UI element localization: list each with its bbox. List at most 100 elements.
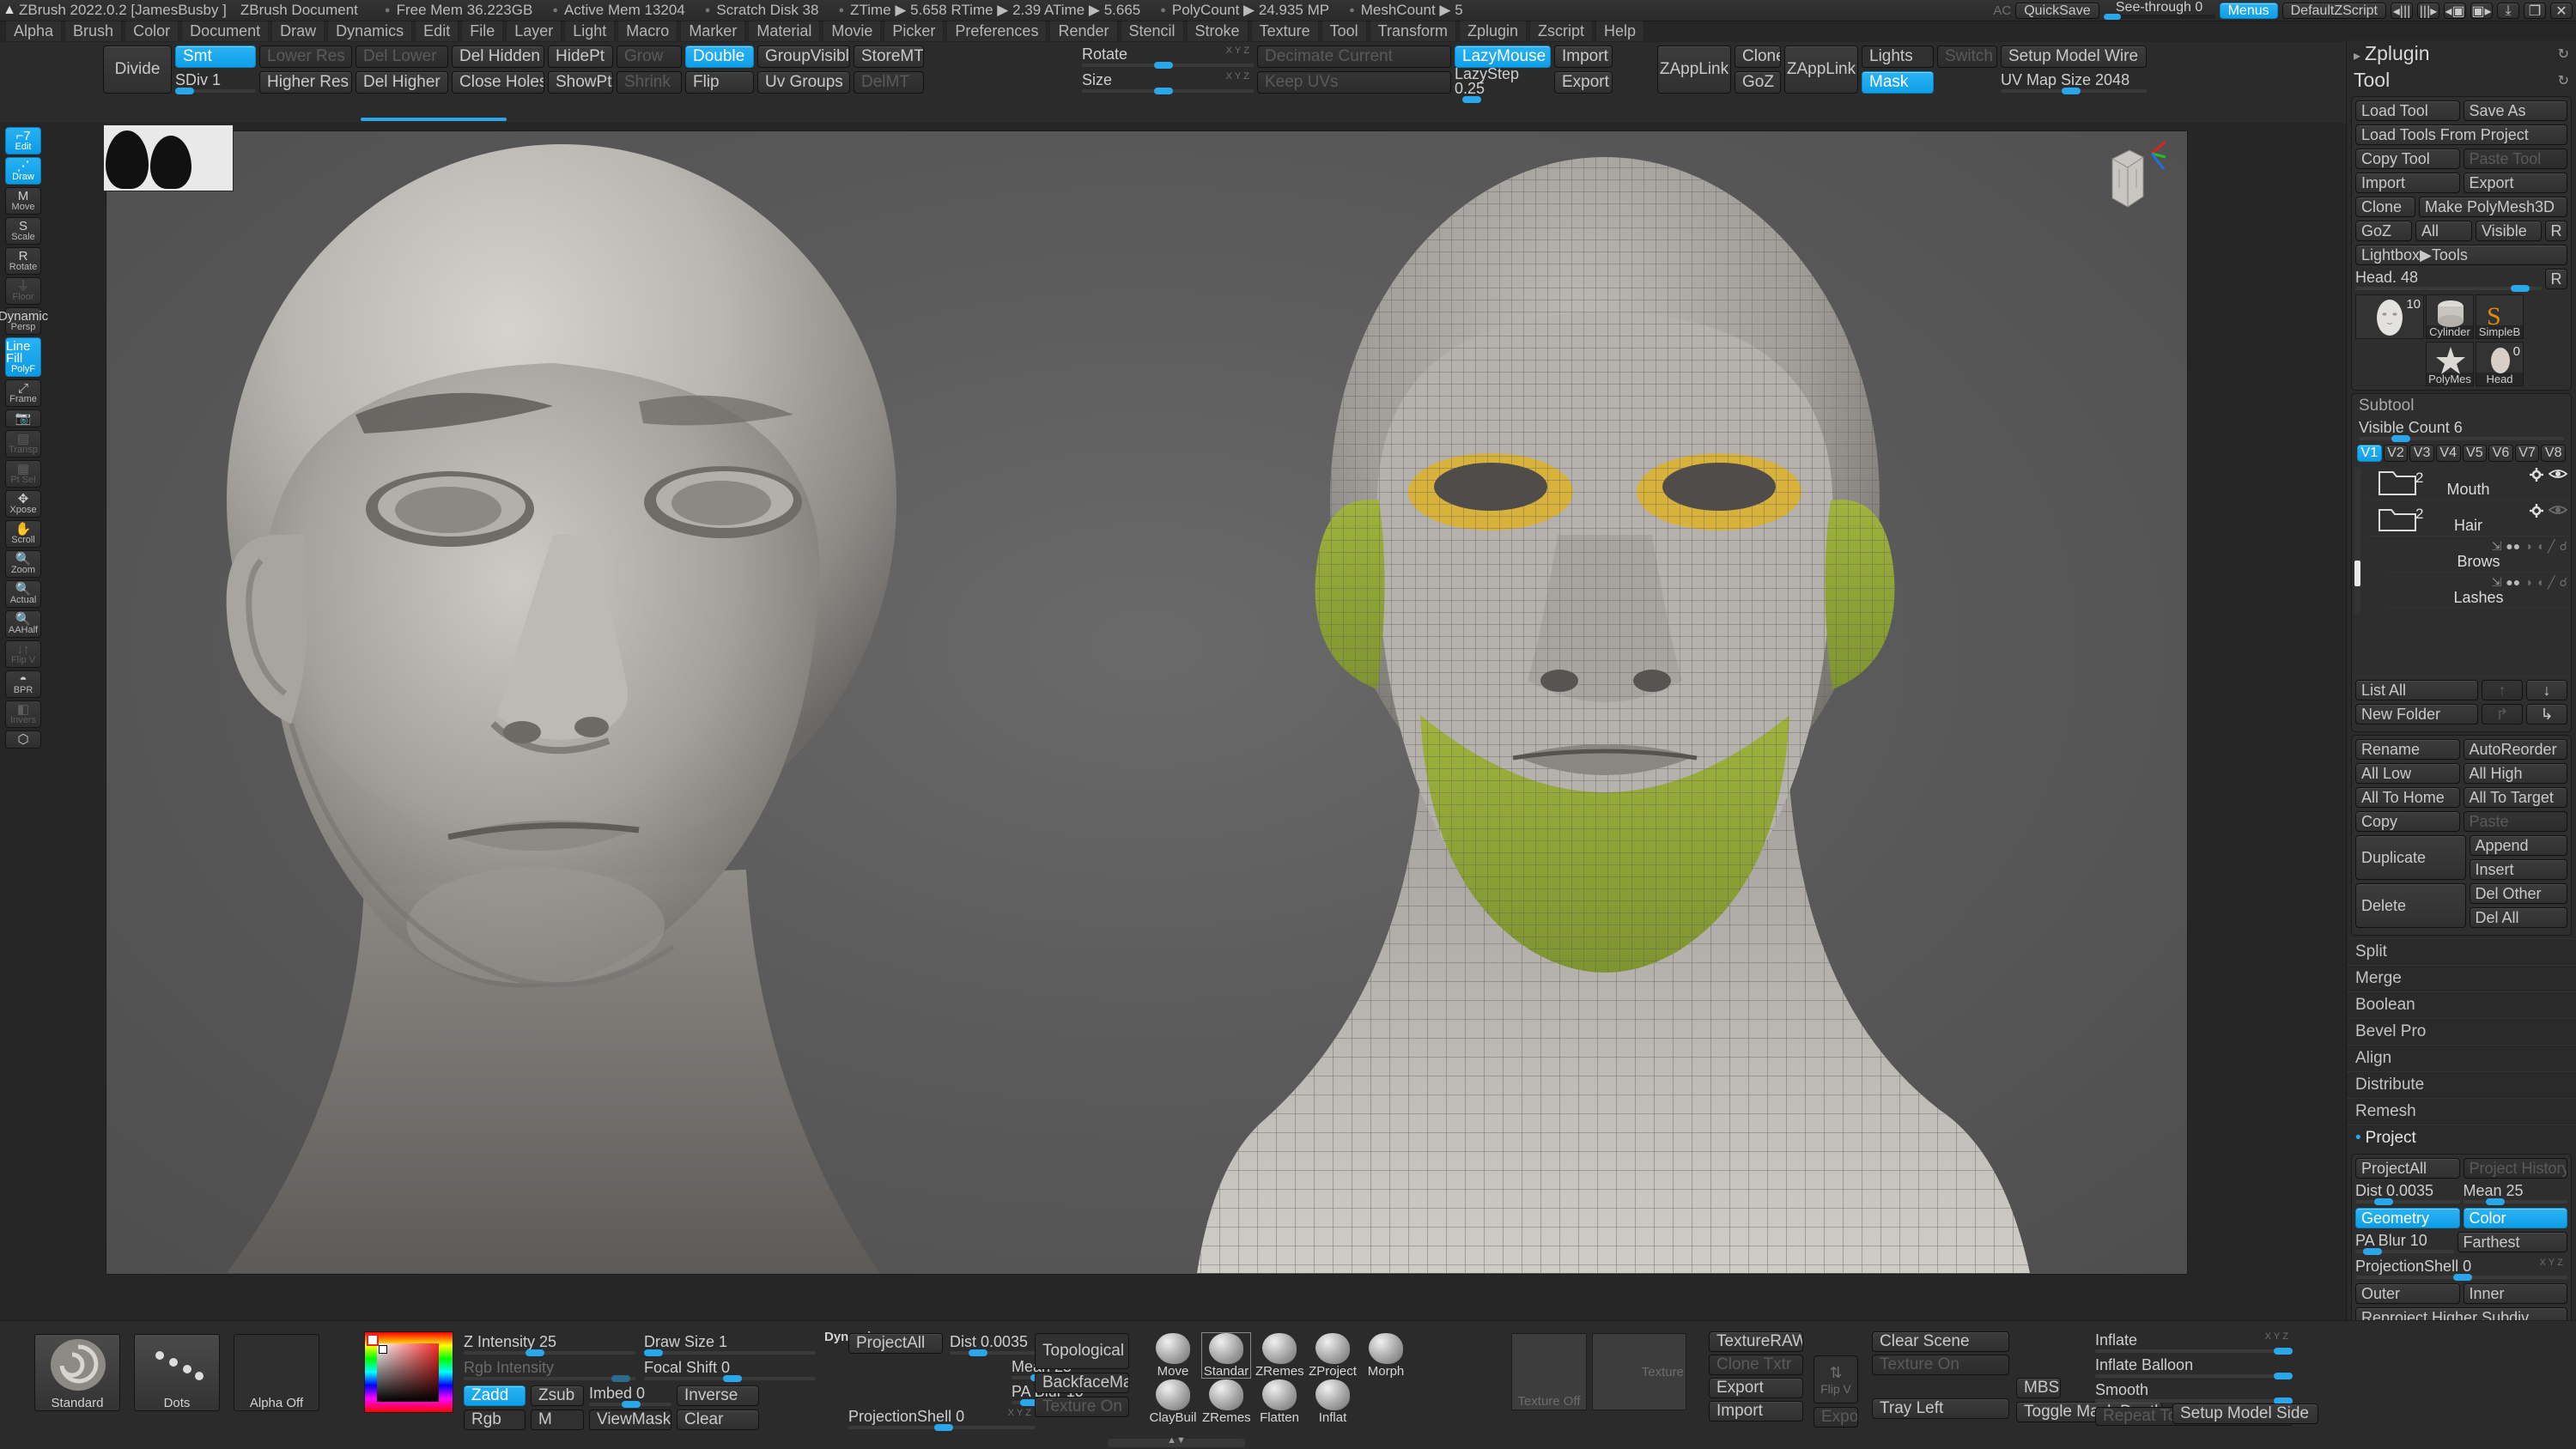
- default-zscript-button[interactable]: DefaultZScript: [2281, 3, 2386, 19]
- visible-count-slider[interactable]: Visible Count 6: [2352, 418, 2571, 442]
- subtool-item-lashes[interactable]: ⇲ ●● ◑ ◖ ╱ ☌ Lashes: [2386, 573, 2571, 609]
- viewmask-button[interactable]: ViewMask: [589, 1410, 671, 1430]
- subpalette-remesh[interactable]: Remesh: [2347, 1098, 2576, 1125]
- subtool-mask-icon[interactable]: ◑: [2524, 575, 2531, 590]
- subtool-eye-icon[interactable]: ☌: [2560, 575, 2567, 590]
- visible-count-knob[interactable]: [2391, 434, 2411, 442]
- draw-size-slider[interactable]: Draw Size 1: [644, 1333, 816, 1356]
- rgb-intensity-track[interactable]: [464, 1374, 635, 1382]
- left-tool-scale[interactable]: S Scale: [5, 217, 41, 245]
- make-polymesh3d-button[interactable]: Make PolyMesh3D: [2419, 197, 2567, 217]
- rename-button[interactable]: Rename: [2355, 739, 2460, 760]
- menu-item-marker[interactable]: Marker: [680, 20, 746, 42]
- menu-item-dynamics[interactable]: Dynamics: [327, 20, 413, 42]
- subtool-visibility-v8[interactable]: V8: [2541, 445, 2566, 462]
- menu-item-render[interactable]: Render: [1049, 20, 1118, 42]
- inflate-balloon-knob[interactable]: [2274, 1372, 2293, 1379]
- rotate-track[interactable]: [1082, 61, 1254, 69]
- flip-v-button[interactable]: ⇅ Flip V: [1814, 1355, 1858, 1404]
- rgb-intensity-knob[interactable]: [611, 1374, 630, 1382]
- projection-shell-slider[interactable]: ProjectionShell 0 XYZ: [2355, 1258, 2567, 1281]
- subtool-contrast-icon[interactable]: ◖: [2537, 575, 2543, 590]
- subtool-polypaint-icon[interactable]: ●●: [2506, 575, 2520, 590]
- subtool-visibility-v4[interactable]: V4: [2435, 445, 2461, 462]
- current-alpha-thumbnail[interactable]: Alpha Off: [234, 1334, 319, 1411]
- all-to-target-button[interactable]: All To Target: [2463, 787, 2567, 808]
- inflate-knob[interactable]: [2274, 1347, 2293, 1355]
- size-knob[interactable]: [1154, 87, 1173, 94]
- head-slider-track[interactable]: [2355, 284, 2542, 292]
- focal-shift-slider[interactable]: Focal Shift 0: [644, 1359, 816, 1382]
- del-higher-button[interactable]: Del Higher: [355, 71, 448, 94]
- zsub-button[interactable]: Zsub: [531, 1385, 584, 1406]
- mbs-button[interactable]: MBS: [2016, 1378, 2061, 1398]
- inflate-track[interactable]: [2095, 1347, 2293, 1355]
- zplugin-palette-header[interactable]: ▸ Zplugin ↻: [2347, 40, 2576, 67]
- tool-goz-button[interactable]: GoZ: [2355, 221, 2412, 241]
- sdiv-slider[interactable]: SDiv 1: [175, 71, 256, 94]
- subtool-mask-icon[interactable]: ◑: [2524, 539, 2531, 554]
- project-history-button[interactable]: Project History: [2463, 1158, 2567, 1179]
- brush-morph[interactable]: Morph: [1362, 1333, 1410, 1378]
- move-up-icon[interactable]: ↑: [2482, 680, 2523, 700]
- lights-button[interactable]: Lights: [1862, 45, 1934, 68]
- project-section-header[interactable]: Project: [2347, 1125, 2576, 1151]
- menu-item-help[interactable]: Help: [1595, 20, 1645, 42]
- left-tool-edit[interactable]: ⌐7 Edit: [5, 127, 41, 155]
- rgb-button[interactable]: Rgb: [464, 1410, 526, 1430]
- see-through-slider[interactable]: See-through 0: [2103, 1, 2215, 20]
- project-farthest-button[interactable]: Farthest: [2457, 1232, 2567, 1252]
- see-through-track[interactable]: [2103, 14, 2215, 20]
- bottom-projection-shell-slider[interactable]: ProjectionShell 0 XYZ: [848, 1408, 1036, 1431]
- left-tool-icon-9[interactable]: 📷: [5, 409, 41, 427]
- smooth-slider[interactable]: Smooth: [2095, 1381, 2293, 1404]
- subtool-lashes-icons[interactable]: ⇲ ●● ◑ ◖ ╱ ☌: [2492, 575, 2567, 590]
- decimate-current-button[interactable]: Decimate Current: [1257, 45, 1451, 68]
- subtool-visibility-v7[interactable]: V7: [2514, 445, 2540, 462]
- all-high-button[interactable]: All High: [2463, 763, 2567, 784]
- menu-item-material[interactable]: Material: [748, 20, 821, 42]
- bottom-dist-track[interactable]: [950, 1349, 1036, 1356]
- menu-item-macro[interactable]: Macro: [617, 20, 678, 42]
- left-tool-flip-v[interactable]: ↓↑ Flip V: [5, 640, 41, 668]
- projectall-button[interactable]: ProjectAll: [2355, 1158, 2460, 1179]
- zadd-button[interactable]: Zadd: [464, 1385, 526, 1406]
- tray-next-icon[interactable]: ▣▸: [2470, 3, 2493, 19]
- menu-item-transform[interactable]: Transform: [1369, 20, 1456, 42]
- move-out-icon[interactable]: ↱: [2482, 704, 2523, 724]
- keep-uvs-button[interactable]: Keep UVs: [1257, 71, 1451, 94]
- subtool-move-icon[interactable]: ⇲: [2492, 575, 2502, 590]
- uvgroups-button[interactable]: Uv Groups: [757, 71, 850, 94]
- imbed-slider[interactable]: Imbed 0: [589, 1385, 671, 1408]
- inflate-slider[interactable]: Inflate XYZ: [2095, 1331, 2293, 1355]
- zplugin-reset-icon[interactable]: ↻: [2558, 45, 2569, 63]
- bottom-dist-knob[interactable]: [969, 1349, 987, 1356]
- lazystep-knob[interactable]: [1461, 96, 1481, 103]
- tool-clone-button[interactable]: Clone: [2355, 197, 2415, 217]
- left-tool-xpose[interactable]: ✥ Xpose: [5, 490, 41, 518]
- inverse-button[interactable]: Inverse: [677, 1385, 759, 1406]
- z-intensity-knob[interactable]: [526, 1349, 544, 1356]
- uv-map-size-slider[interactable]: UV Map Size 2048: [2001, 71, 2147, 94]
- shrink-button[interactable]: Shrink: [617, 71, 682, 94]
- left-tool-floor[interactable]: ⏚ Floor: [5, 277, 41, 305]
- close-button[interactable]: ✕: [2550, 3, 2573, 19]
- texture-raw-button[interactable]: TextureRAW: [1709, 1331, 1803, 1352]
- menu-item-brush[interactable]: Brush: [64, 20, 123, 42]
- left-tool-bpr[interactable]: ◓ BPR: [5, 670, 41, 698]
- imbed-knob[interactable]: [622, 1400, 641, 1408]
- menus-toggle-button[interactable]: Menus: [2219, 3, 2278, 19]
- restore-button[interactable]: ❐: [2524, 3, 2546, 19]
- bottom-projection-shell-track[interactable]: [848, 1423, 1036, 1431]
- setup-model-wire-button[interactable]: Setup Model Wire: [2001, 45, 2147, 68]
- rotate-slider[interactable]: Rotate XYZ: [1082, 45, 1254, 69]
- imbed-track[interactable]: [589, 1400, 671, 1408]
- clone-txtr-button[interactable]: Clone Txtr: [1709, 1355, 1803, 1375]
- left-tool-invers[interactable]: ◧ Invers: [5, 700, 41, 728]
- tool-thumb-cylinder[interactable]: Cylinder: [2426, 294, 2474, 339]
- size-slider[interactable]: Size XYZ: [1082, 71, 1254, 94]
- save-as-button[interactable]: Save As: [2463, 100, 2567, 121]
- z-intensity-track[interactable]: [464, 1349, 635, 1356]
- menu-item-picker[interactable]: Picker: [884, 20, 945, 42]
- subtool-visibility-v5[interactable]: V5: [2462, 445, 2488, 462]
